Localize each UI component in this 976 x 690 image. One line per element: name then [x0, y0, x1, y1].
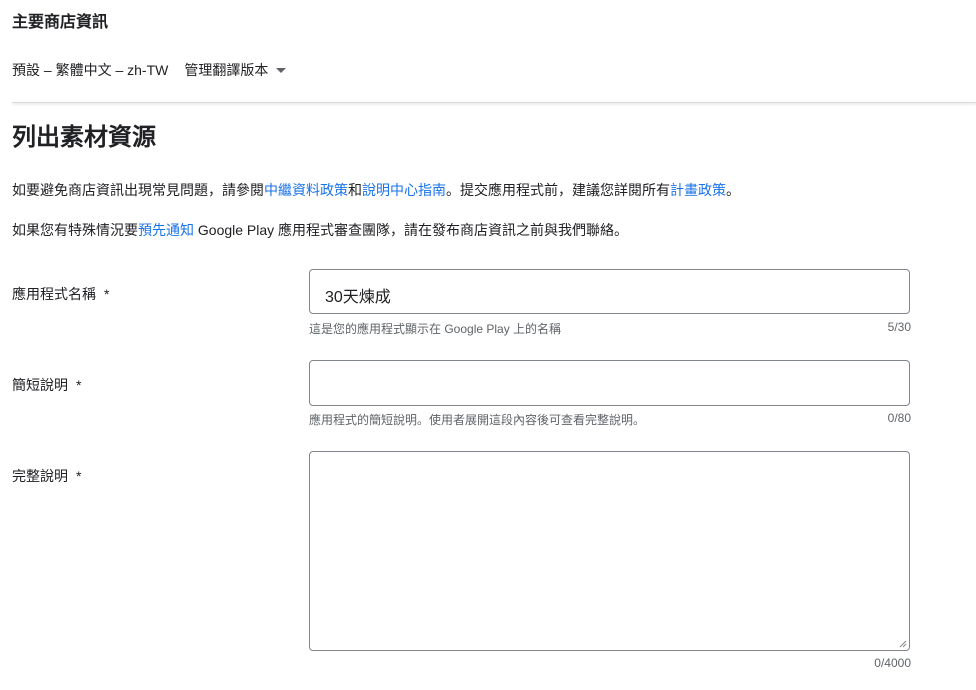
- app-name-helper: 這是您的應用程式顯示在 Google Play 上的名稱: [309, 322, 562, 336]
- short-desc-counter: 0/80: [887, 411, 911, 425]
- policy-text-2: 和: [348, 182, 362, 198]
- required-marker: *: [76, 468, 82, 484]
- full-desc-textarea[interactable]: [309, 451, 910, 651]
- app-name-value: 30天煉成: [325, 289, 391, 306]
- section-title: 主要商店資訊: [12, 14, 109, 31]
- app-name-input[interactable]: 30天煉成: [309, 269, 910, 314]
- notice-text-1: 如果您有特殊情況要: [12, 222, 138, 238]
- program-policies-link[interactable]: 計畫政策: [670, 182, 726, 198]
- notice-paragraph: 如果您有特殊情況要預先通知 Google Play 應用程式審查團隊，請在發布商…: [12, 220, 628, 240]
- short-desc-helper: 應用程式的簡短說明。使用者展開這段內容後可查看完整說明。: [309, 413, 646, 427]
- policy-text-1: 如要避免商店資訊出現常見問題，請參閱: [12, 182, 264, 198]
- short-desc-label-text: 簡短說明: [12, 377, 68, 393]
- notice-text-2: Google Play 應用程式審查團隊，請在發布商店資訊之前與我們聯絡。: [194, 222, 629, 238]
- policy-text-3: 。提交應用程式前，建議您詳閱所有: [446, 182, 670, 198]
- help-center-guide-link[interactable]: 說明中心指南: [362, 182, 446, 198]
- full-desc-counter: 0/4000: [874, 656, 911, 670]
- default-language: 預設 – 繁體中文 – zh-TW: [12, 62, 169, 78]
- manage-translations-label: 管理翻譯版本: [184, 62, 269, 78]
- short-desc-input[interactable]: [309, 360, 910, 406]
- app-name-label: 應用程式名稱 *: [12, 284, 109, 304]
- resize-handle-icon[interactable]: [899, 640, 907, 648]
- policy-paragraph: 如要避免商店資訊出現常見問題，請參閱中繼資料政策和說明中心指南。提交應用程式前，…: [12, 180, 740, 200]
- manage-translations-dropdown[interactable]: 管理翻譯版本: [184, 60, 287, 80]
- full-desc-label: 完整說明 *: [12, 466, 81, 486]
- language-row: 預設 – 繁體中文 – zh-TW 管理翻譯版本: [12, 60, 287, 80]
- app-name-counter: 5/30: [887, 320, 911, 334]
- dropdown-caret-icon: [276, 68, 287, 73]
- required-marker: *: [104, 286, 110, 302]
- policy-text-4: 。: [726, 182, 740, 198]
- app-name-label-text: 應用程式名稱: [12, 286, 96, 302]
- metadata-policy-link[interactable]: 中繼資料政策: [264, 182, 348, 198]
- page-title: 列出素材資源: [12, 124, 156, 151]
- full-desc-label-text: 完整說明: [12, 468, 68, 484]
- advance-notice-link[interactable]: 預先通知: [138, 222, 194, 238]
- header-divider: [12, 102, 976, 103]
- required-marker: *: [76, 377, 82, 393]
- short-desc-label: 簡短說明 *: [12, 375, 81, 395]
